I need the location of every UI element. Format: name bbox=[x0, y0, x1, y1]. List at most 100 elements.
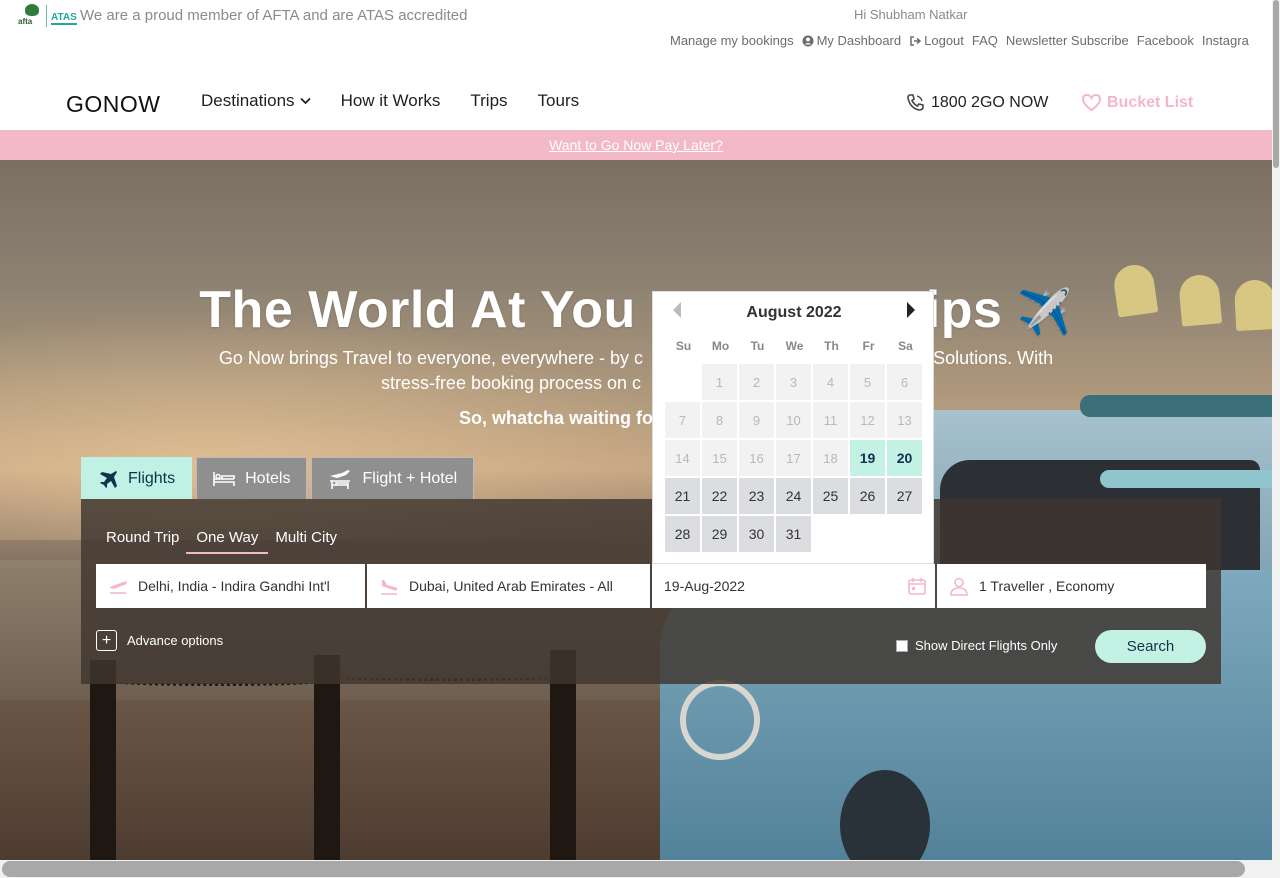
trip-one-way[interactable]: One Way bbox=[186, 529, 269, 554]
nav-trips[interactable]: Trips bbox=[470, 91, 507, 111]
tab-flight-hotel[interactable]: Flight + Hotel bbox=[311, 457, 475, 499]
origin-field[interactable]: Delhi, India - Indira Gandhi Int'l bbox=[96, 564, 365, 608]
nav-how-it-works[interactable]: How it Works bbox=[341, 91, 441, 111]
calendar-day[interactable]: 19 bbox=[850, 440, 885, 476]
sign-out-icon bbox=[910, 35, 922, 46]
tab-hotels-label: Hotels bbox=[245, 469, 291, 487]
advance-options-label: Advance options bbox=[127, 633, 224, 648]
calendar-day[interactable]: 30 bbox=[739, 516, 774, 552]
logout-label: Logout bbox=[924, 33, 964, 48]
my-dashboard-link[interactable]: My Dashboard bbox=[802, 33, 902, 48]
membership-text: We are a proud member of AFTA and are AT… bbox=[80, 7, 468, 24]
calendar-day: 4 bbox=[813, 364, 848, 400]
vertical-scrollbar[interactable] bbox=[1272, 0, 1280, 878]
instagram-link[interactable]: Instagra bbox=[1202, 33, 1249, 48]
calendar-day[interactable]: 23 bbox=[739, 478, 774, 514]
tab-flight-hotel-label: Flight + Hotel bbox=[362, 469, 458, 487]
calendar-day[interactable]: 29 bbox=[702, 516, 737, 552]
nav-links: Destinations How it Works Trips Tours bbox=[201, 91, 579, 111]
calendar-day: 13 bbox=[887, 402, 922, 438]
calendar-day[interactable]: 25 bbox=[813, 478, 848, 514]
my-dashboard-label: My Dashboard bbox=[816, 33, 902, 48]
calendar-day[interactable]: 27 bbox=[887, 478, 922, 514]
calendar-day[interactable]: 26 bbox=[850, 478, 885, 514]
vertical-scroll-thumb[interactable] bbox=[1273, 0, 1279, 168]
calendar-day[interactable]: 22 bbox=[702, 478, 737, 514]
hero-subtitle-line1b: Solutions. With bbox=[933, 348, 1054, 368]
pay-later-link[interactable]: Want to Go Now Pay Later? bbox=[549, 137, 723, 153]
bed-icon bbox=[213, 471, 235, 486]
calendar-icon bbox=[908, 578, 926, 595]
newsletter-link[interactable]: Newsletter Subscribe bbox=[1006, 33, 1129, 48]
trip-multi-city[interactable]: Multi City bbox=[275, 529, 337, 554]
heart-icon bbox=[1081, 93, 1102, 112]
nav-destinations-label: Destinations bbox=[201, 91, 295, 110]
promo-banner: Want to Go Now Pay Later? bbox=[0, 130, 1272, 160]
flight-search-panel: Round Trip One Way Multi City Delhi, Ind… bbox=[81, 499, 1221, 684]
calendar-day: 3 bbox=[776, 364, 811, 400]
calendar-days: 1 2 3 4 5 6 7 8 9 10 11 12 13 14 15 16 17 18 19 20 21 22 23 24 2… bbox=[665, 364, 922, 552]
calendar-day: 11 bbox=[813, 402, 848, 438]
tab-flights-label: Flights bbox=[128, 469, 176, 487]
calendar-day: 5 bbox=[850, 364, 885, 400]
calendar-day[interactable]: 31 bbox=[776, 516, 811, 552]
calendar-day: 16 bbox=[739, 440, 774, 476]
calendar-day[interactable]: 20 bbox=[887, 440, 922, 476]
top-links: Manage my bookings My Dashboard Logout F… bbox=[670, 33, 1249, 48]
direct-flights-checkbox[interactable] bbox=[896, 639, 908, 652]
calendar-day: 2 bbox=[739, 364, 774, 400]
accreditation-logos: afta ATAS bbox=[18, 4, 77, 28]
next-month-icon[interactable] bbox=[907, 302, 915, 318]
takeoff-icon bbox=[110, 581, 127, 594]
departure-date-field[interactable]: 19-Aug-2022 bbox=[652, 564, 935, 608]
bucket-list-link[interactable]: Bucket List bbox=[1081, 93, 1193, 112]
weekday-label: Sa bbox=[898, 339, 913, 353]
calendar-day: 7 bbox=[665, 402, 700, 438]
chevron-down-icon bbox=[299, 97, 311, 105]
airplane-icon: ✈️ bbox=[1017, 288, 1073, 337]
nav-destinations[interactable]: Destinations bbox=[201, 91, 311, 111]
search-button[interactable]: Search bbox=[1095, 630, 1206, 663]
manage-bookings-label: Manage my bookings bbox=[670, 33, 794, 48]
calendar-day[interactable]: 21 bbox=[665, 478, 700, 514]
horizontal-scroll-thumb[interactable] bbox=[2, 861, 1245, 877]
travellers-field[interactable]: 1 Traveller , Economy bbox=[937, 564, 1206, 608]
calendar-day: 12 bbox=[850, 402, 885, 438]
nav-tours[interactable]: Tours bbox=[538, 91, 580, 111]
tab-flights[interactable]: Flights bbox=[81, 457, 193, 499]
date-picker: August 2022 Su Mo Tu We Th Fr Sa 1 2 3 4 5 6 7 8 9 10 11… bbox=[652, 291, 934, 564]
destination-field[interactable]: Dubai, United Arab Emirates - All bbox=[367, 564, 650, 608]
trip-round-trip[interactable]: Round Trip bbox=[106, 529, 179, 554]
user-circle-icon bbox=[802, 35, 814, 46]
hero-cta: So, whatcha waiting fo bbox=[0, 408, 1272, 429]
calendar-day: 8 bbox=[702, 402, 737, 438]
plane-icon bbox=[100, 470, 117, 488]
atas-logo: ATAS bbox=[51, 12, 77, 25]
weekday-label: Th bbox=[824, 339, 839, 353]
horizontal-scrollbar[interactable] bbox=[0, 860, 1280, 878]
calendar-day: 10 bbox=[776, 402, 811, 438]
facebook-link[interactable]: Facebook bbox=[1137, 33, 1194, 48]
top-info-bar: afta ATAS We are a proud member of AFTA … bbox=[0, 0, 1280, 58]
departure-date-value: 19-Aug-2022 bbox=[664, 578, 745, 594]
logout-link[interactable]: Logout bbox=[909, 33, 964, 48]
phone-icon bbox=[907, 94, 924, 111]
manage-bookings-link[interactable]: Manage my bookings bbox=[670, 33, 794, 48]
calendar-day[interactable]: 24 bbox=[776, 478, 811, 514]
tab-hotels[interactable]: Hotels bbox=[196, 457, 308, 499]
calendar-day: 9 bbox=[739, 402, 774, 438]
calendar-day: 6 bbox=[887, 364, 922, 400]
phone-number[interactable]: 1800 2GO NOW bbox=[906, 93, 1048, 112]
booking-tabs: Flights Hotels Flight + Hotel bbox=[81, 457, 475, 499]
calendar-month-title: August 2022 bbox=[746, 304, 842, 321]
weekday-label: Su bbox=[675, 339, 692, 353]
origin-value: Delhi, India - Indira Gandhi Int'l bbox=[138, 578, 330, 594]
gonow-logo[interactable]: GONOW bbox=[66, 91, 161, 118]
calendar-day[interactable]: 28 bbox=[665, 516, 700, 552]
faq-link[interactable]: FAQ bbox=[972, 33, 998, 48]
flight-hotel-icon bbox=[330, 469, 351, 489]
advance-options-toggle[interactable]: + Advance options bbox=[96, 630, 223, 651]
calendar-day: 1 bbox=[702, 364, 737, 400]
hero-subtitle-line1: Go Now brings Travel to everyone, everyw… bbox=[218, 348, 644, 368]
destination-value: Dubai, United Arab Emirates - All bbox=[409, 578, 613, 594]
